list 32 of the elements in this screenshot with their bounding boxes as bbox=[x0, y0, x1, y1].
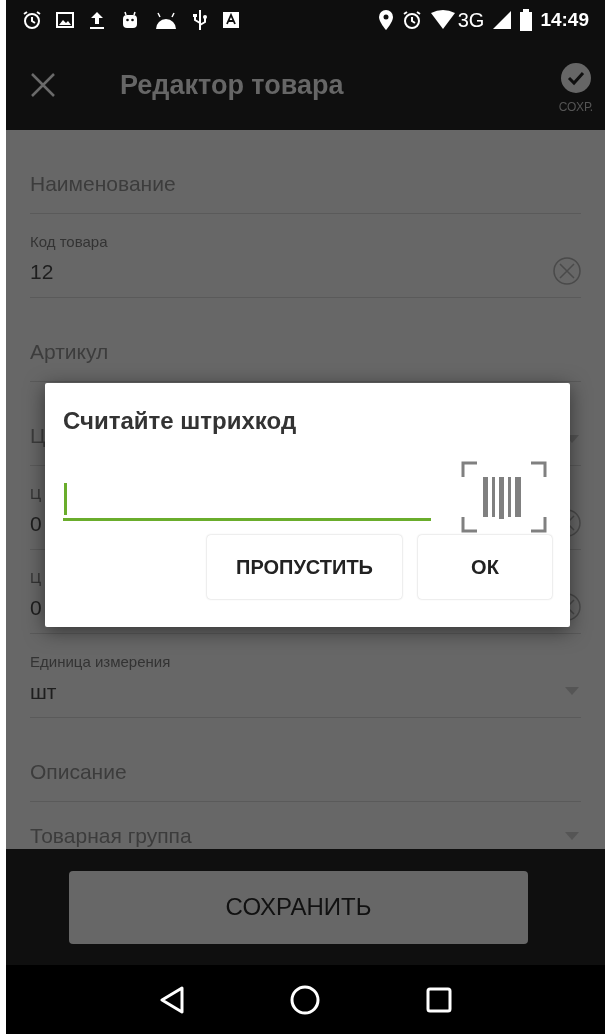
field-value[interactable]: 0 bbox=[30, 591, 42, 623]
location-icon bbox=[377, 9, 394, 31]
save-button[interactable]: СОХРАНИТЬ bbox=[69, 870, 528, 944]
image-icon bbox=[56, 11, 74, 29]
battery-icon bbox=[520, 9, 533, 31]
field-value[interactable]: шт bbox=[30, 675, 57, 707]
robot-icon bbox=[120, 10, 140, 30]
barcode-icon bbox=[461, 461, 547, 533]
android-icon bbox=[154, 10, 178, 30]
alarm-icon bbox=[22, 10, 42, 30]
alarm-icon bbox=[401, 10, 422, 30]
back-icon[interactable] bbox=[158, 985, 185, 1014]
text-cursor bbox=[64, 483, 67, 515]
app-bar-title: Редактор товара bbox=[120, 68, 344, 102]
signal-icon bbox=[492, 10, 513, 30]
upload-icon bbox=[88, 10, 106, 30]
dialog-button[interactable]: ПРОПУСТИТЬ bbox=[207, 535, 402, 599]
save-action-button[interactable]: СОХР. bbox=[558, 54, 593, 116]
clock: 14:49 bbox=[540, 7, 589, 32]
close-icon bbox=[30, 72, 56, 98]
network-type: 3G bbox=[457, 8, 485, 33]
dialog-title: Считайте штрихкод bbox=[63, 406, 297, 436]
field-value[interactable]: 0 bbox=[30, 507, 42, 539]
field-value[interactable]: 12 bbox=[30, 255, 54, 287]
wifi-icon bbox=[429, 10, 456, 30]
dialog-button[interactable]: ОК bbox=[418, 535, 552, 599]
checkmark-icon bbox=[559, 62, 592, 94]
home-icon[interactable] bbox=[290, 984, 321, 1015]
keyboard-icon bbox=[222, 11, 240, 29]
usb-icon bbox=[192, 9, 208, 31]
barcode-scan-button[interactable] bbox=[461, 461, 547, 533]
recent-apps-icon[interactable] bbox=[426, 986, 453, 1013]
